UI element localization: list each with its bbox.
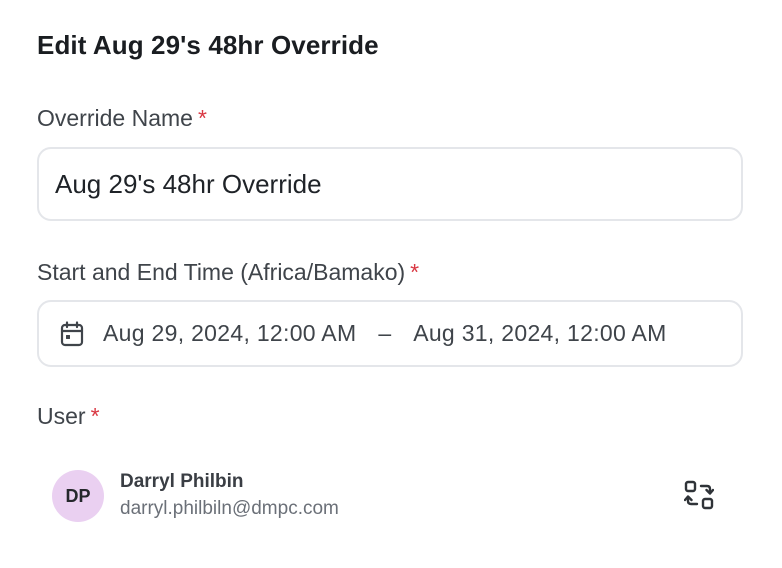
- required-marker: *: [90, 403, 100, 429]
- time-range-label: Start and End Time (Africa/Bamako) *: [37, 259, 419, 286]
- selected-user: DP Darryl Philbin darryl.philbiln@dmpc.c…: [52, 468, 732, 524]
- override-name-input[interactable]: [39, 149, 741, 219]
- avatar: DP: [52, 470, 104, 522]
- required-marker: *: [410, 259, 420, 285]
- user-info: Darryl Philbin darryl.philbiln@dmpc.com: [120, 469, 339, 523]
- override-name-field[interactable]: [37, 147, 743, 221]
- end-datetime[interactable]: Aug 31, 2024, 12:00 AM: [413, 320, 666, 347]
- start-datetime[interactable]: Aug 29, 2024, 12:00 AM: [103, 320, 356, 347]
- date-range-picker[interactable]: Aug 29, 2024, 12:00 AM – Aug 31, 2024, 1…: [37, 300, 743, 367]
- user-name: Darryl Philbin: [120, 471, 244, 492]
- swap-user-button[interactable]: [680, 478, 718, 516]
- user-label: User *: [37, 403, 100, 430]
- user-label-text: User: [37, 403, 86, 429]
- swap-user-icon: [683, 480, 715, 515]
- required-marker: *: [197, 105, 207, 131]
- page-title: Edit Aug 29's 48hr Override: [37, 30, 379, 60]
- user-email: darryl.philbiln@dmpc.com: [120, 498, 339, 519]
- calendar-icon: [59, 320, 85, 348]
- edit-override-panel: Edit Aug 29's 48hr Override Override Nam…: [0, 0, 782, 568]
- override-name-label-text: Override Name: [37, 105, 193, 131]
- override-name-label: Override Name *: [37, 105, 207, 132]
- date-range-separator: –: [378, 320, 392, 346]
- time-range-label-text: Start and End Time (Africa/Bamako): [37, 259, 406, 285]
